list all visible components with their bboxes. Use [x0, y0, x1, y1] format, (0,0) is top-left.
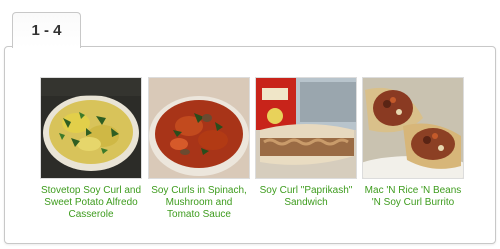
recipe-title-link-4[interactable]: Mac 'N Rice 'N Beans 'N Soy Curl Burrito [362, 185, 464, 209]
recipe-card-4: Mac 'N Rice 'N Beans 'N Soy Curl Burrito [362, 77, 464, 209]
recipe-card-2: Soy Curls in Spinach, Mushroom and Tomat… [148, 77, 250, 221]
recipe-title-link-3[interactable]: Soy Curl "Paprikash" Sandwich [255, 185, 357, 209]
tab-page-range[interactable]: 1 - 4 [12, 12, 81, 48]
recipe-title-link-2[interactable]: Soy Curls in Spinach, Mushroom and Tomat… [148, 185, 250, 221]
recipe-card-3: Soy Curl "Paprikash" Sandwich [255, 77, 357, 209]
recipe-thumbnail-2[interactable] [148, 77, 250, 179]
recipe-card-1: Stovetop Soy Curl and Sweet Potato Alfre… [40, 77, 142, 221]
recipe-title-link-1[interactable]: Stovetop Soy Curl and Sweet Potato Alfre… [40, 185, 142, 221]
recipe-thumbnail-4[interactable] [362, 77, 464, 179]
casserole-photo [41, 78, 141, 178]
sandwich-photo [256, 78, 356, 178]
recipe-thumbnail-1[interactable] [40, 77, 142, 179]
tomato-sauce-photo [149, 78, 249, 178]
recipe-thumbnail-3[interactable] [255, 77, 357, 179]
burrito-photo [363, 78, 463, 178]
